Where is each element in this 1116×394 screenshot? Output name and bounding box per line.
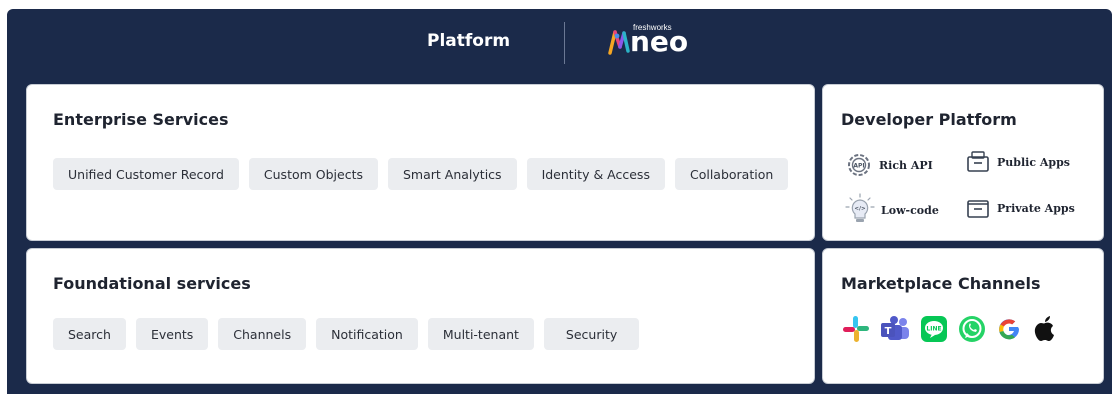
foundational-services-title: Foundational services: [53, 274, 251, 293]
developer-platform-title: Developer Platform: [841, 110, 1017, 129]
lightbulb-icon: </>: [845, 193, 875, 222]
google-icon: [999, 319, 1020, 340]
freshworks-neo-logo: freshworks neo: [607, 23, 717, 63]
chip-multi-tenant: Multi-tenant: [427, 318, 534, 350]
header-divider: [564, 22, 565, 64]
svg-text:</>: </>: [854, 206, 866, 212]
foundational-services-card: Foundational services Search Events Chan…: [26, 248, 815, 384]
apple-icon: [1034, 316, 1054, 341]
enterprise-services-card: Enterprise Services Unified Customer Rec…: [26, 84, 815, 241]
dev-item-public-apps-label: Public Apps: [997, 155, 1070, 169]
chip-search: Search: [53, 318, 126, 350]
enterprise-services-title: Enterprise Services: [53, 110, 229, 129]
marketplace-channels-card: Marketplace Channels T LINE: [822, 248, 1104, 384]
chip-channels: Channels: [218, 318, 307, 350]
chip-collaboration: Collaboration: [674, 158, 789, 190]
api-gear-icon: API: [848, 154, 870, 176]
chip-events: Events: [135, 318, 209, 350]
foundational-chip-row: Search Events Channels Notification Mult…: [53, 318, 640, 350]
developer-platform-card: Developer Platform API Rich API Public A…: [822, 84, 1104, 241]
dev-item-public-apps: Public Apps: [965, 149, 1070, 175]
public-apps-icon: [967, 151, 989, 172]
logo-neo-text: neo: [630, 25, 689, 58]
dev-item-private-apps-label: Private Apps: [997, 201, 1075, 215]
line-icon: LINE: [921, 316, 947, 342]
neo-logo-mark-icon: [608, 30, 630, 55]
dev-item-private-apps: Private Apps: [965, 195, 1075, 221]
teams-icon: T: [881, 316, 909, 340]
channel-icons-row: T LINE: [841, 314, 1059, 344]
platform-title: Platform: [427, 31, 511, 51]
chip-custom-objects: Custom Objects: [248, 158, 378, 190]
marketplace-channels-title: Marketplace Channels: [841, 274, 1041, 293]
chip-notification: Notification: [316, 318, 418, 350]
chip-security: Security: [543, 318, 640, 350]
dev-item-rich-api-label: Rich API: [879, 158, 933, 172]
header: Platform freshworks neo: [7, 9, 1112, 73]
private-apps-icon: [967, 200, 989, 218]
svg-text:API: API: [853, 163, 864, 170]
chip-identity-access: Identity & Access: [526, 158, 665, 190]
platform-frame: Platform freshworks neo Enterprise Servi…: [7, 9, 1112, 394]
enterprise-chip-row: Unified Customer Record Custom Objects S…: [53, 158, 789, 190]
dev-item-low-code: </> Low-code: [845, 193, 939, 227]
slack-icon: [843, 316, 869, 342]
dev-item-rich-api: API Rich API: [845, 151, 933, 179]
chip-smart-analytics: Smart Analytics: [388, 158, 517, 190]
svg-text:T: T: [885, 326, 892, 337]
chip-unified-customer-record: Unified Customer Record: [53, 158, 239, 190]
whatsapp-icon: [959, 316, 985, 342]
dev-item-low-code-label: Low-code: [881, 203, 939, 217]
svg-text:LINE: LINE: [926, 326, 941, 333]
